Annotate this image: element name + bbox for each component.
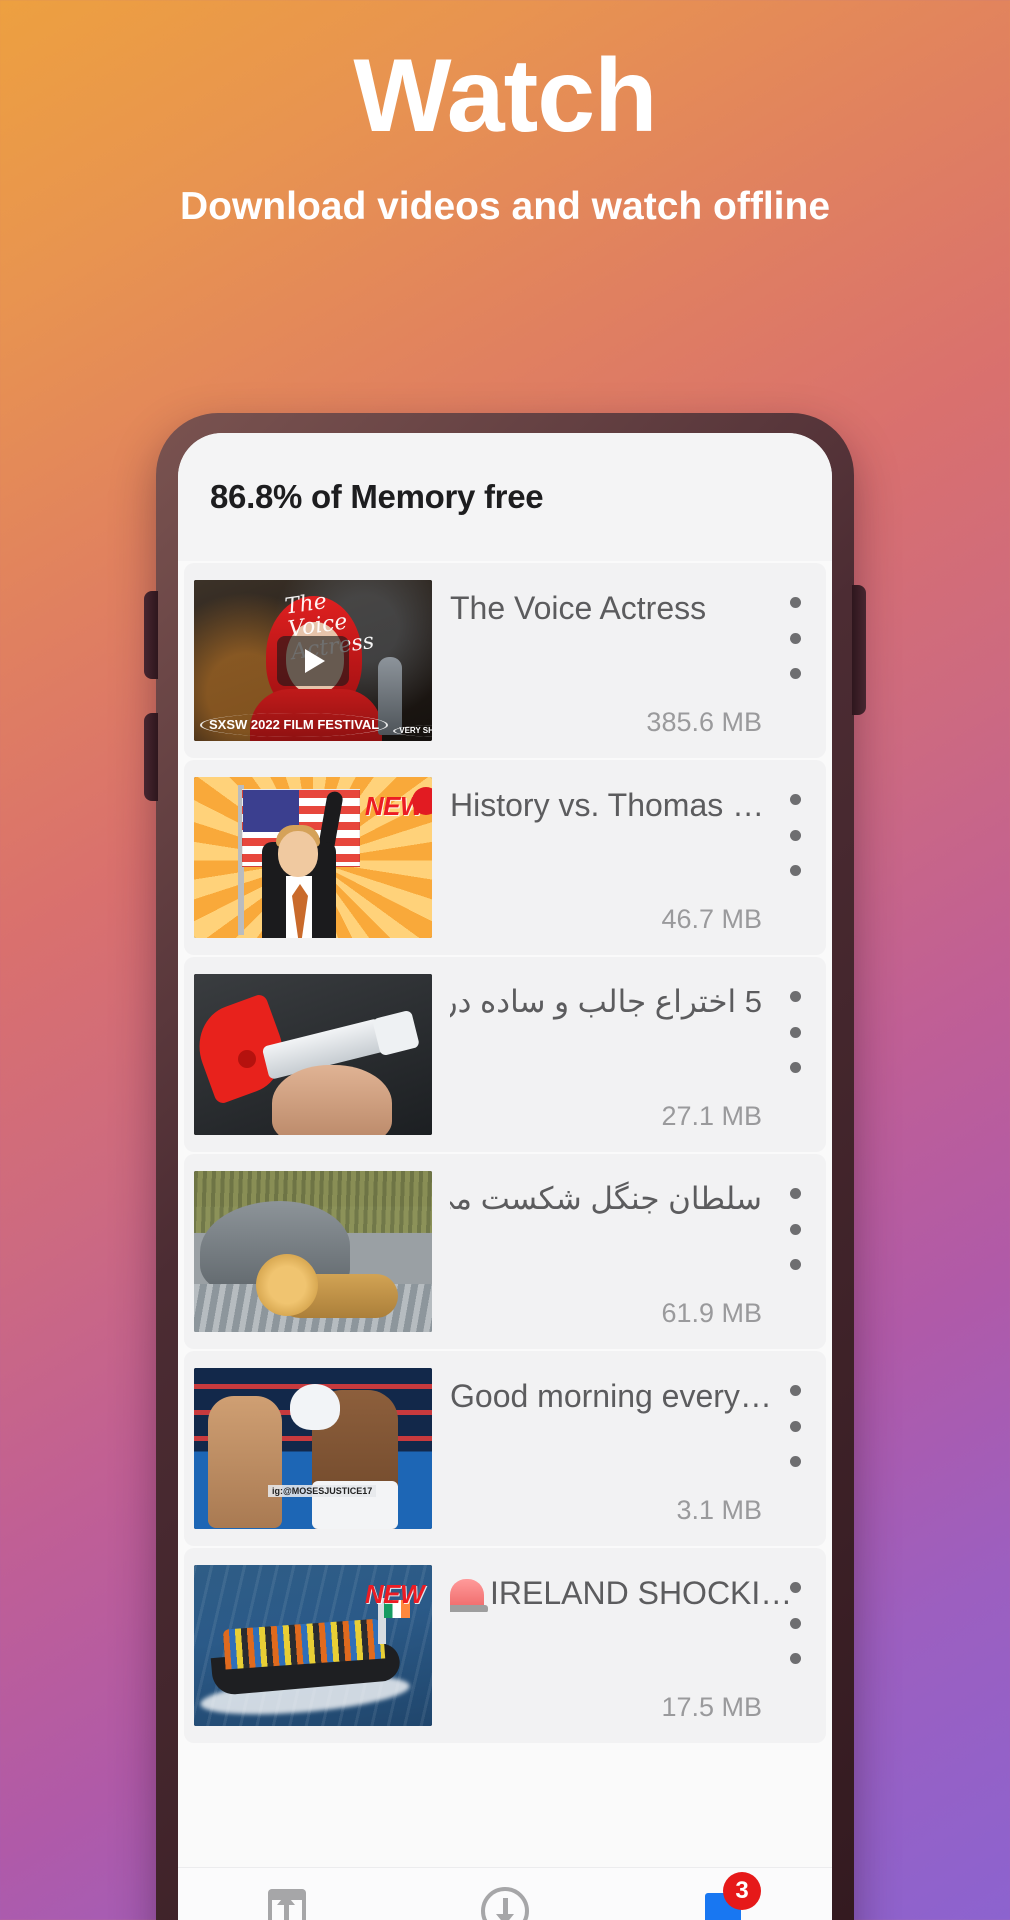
laurel-badge: SXSW 2022 FILM FESTIVAL [200, 713, 389, 737]
phone-screen: 86.8% of Memory free The Voice Actress S… [178, 433, 832, 1920]
video-thumbnail[interactable]: The Voice Actress SXSW 2022 FILM FESTIVA… [194, 580, 432, 741]
nav-item-files[interactable]: 3 Files [614, 1872, 832, 1920]
more-options-icon[interactable] [778, 790, 812, 880]
file-size: 385.6 MB [646, 707, 762, 737]
more-options-icon[interactable] [778, 1381, 812, 1471]
nav-item-downloads[interactable]: Downloads [396, 1886, 614, 1920]
phone-mockup: 86.8% of Memory free The Voice Actress S… [144, 413, 866, 1920]
more-options-icon[interactable] [778, 593, 812, 683]
volume-up-button[interactable] [144, 591, 158, 679]
power-button[interactable] [852, 585, 866, 715]
app-header: 86.8% of Memory free [178, 433, 832, 561]
file-size: 46.7 MB [661, 904, 762, 934]
file-size: 27.1 MB [661, 1101, 762, 1131]
file-size: 17.5 MB [661, 1692, 762, 1722]
file-size: 3.1 MB [676, 1495, 762, 1525]
table-row[interactable]: سلطان جنگل شکست می ... 61.9 MB [184, 1154, 826, 1349]
table-row[interactable]: The Voice Actress SXSW 2022 FILM FESTIVA… [184, 563, 826, 758]
file-title: IRELAND SHOCKI… [450, 1548, 814, 1613]
file-title: History vs. Thomas … [450, 787, 765, 823]
file-list[interactable]: The Voice Actress SXSW 2022 FILM FESTIVA… [178, 561, 832, 1867]
page-title: Watch [353, 38, 657, 154]
siren-icon [450, 1579, 488, 1613]
bottom-navigation: Web Downloads 3 Files [178, 1867, 832, 1920]
video-thumbnail[interactable]: ig:@MOSESJUSTICE17 [194, 1368, 432, 1529]
file-title: The Voice Actress [450, 590, 707, 626]
download-circle-icon [479, 1886, 531, 1920]
hero-subtitle: Download videos and watch offline [179, 185, 831, 229]
video-thumbnail[interactable]: NEW [194, 777, 432, 938]
play-icon[interactable] [277, 635, 349, 686]
more-options-icon[interactable] [778, 1184, 812, 1274]
volume-down-button[interactable] [144, 713, 158, 801]
new-badge: NEW [364, 1579, 425, 1609]
table-row[interactable]: ig:@MOSESJUSTICE17 Good morning every… 3… [184, 1351, 826, 1546]
more-options-icon[interactable] [778, 987, 812, 1077]
memory-status-label: 86.8% of Memory free [210, 478, 544, 515]
file-title: Good morning every… [450, 1378, 772, 1414]
hero-banner: Watch Download videos and watch offline [0, 0, 1010, 234]
file-title-text: IRELAND SHOCKI… [490, 1575, 793, 1611]
video-thumbnail[interactable] [194, 1171, 432, 1332]
folder-icon: 3 [697, 1872, 761, 1920]
laurel-badge: VERY SHORT AWARDS [393, 724, 432, 737]
status-badge: 3 [723, 1872, 761, 1910]
table-row[interactable]: NEW IRELAND SHOCKI… 17.5 MB [184, 1548, 826, 1743]
new-badge: NEW [364, 787, 432, 821]
file-size: 61.9 MB [661, 1298, 762, 1328]
thumbnail-watermark: ig:@MOSESJUSTICE17 [268, 1485, 377, 1497]
table-row[interactable]: 5 اختراع جالب و ساده در... 27.1 MB [184, 957, 826, 1152]
file-title: 5 اختراع جالب و ساده در... [450, 984, 762, 1019]
more-options-icon[interactable] [778, 1578, 812, 1668]
table-row[interactable]: NEW History vs. Thomas … 46.7 MB [184, 760, 826, 955]
file-title: سلطان جنگل شکست می ... [450, 1181, 762, 1216]
video-thumbnail[interactable] [194, 974, 432, 1135]
web-share-icon [261, 1886, 313, 1920]
video-thumbnail[interactable]: NEW [194, 1565, 432, 1726]
nav-item-web[interactable]: Web [178, 1886, 396, 1920]
